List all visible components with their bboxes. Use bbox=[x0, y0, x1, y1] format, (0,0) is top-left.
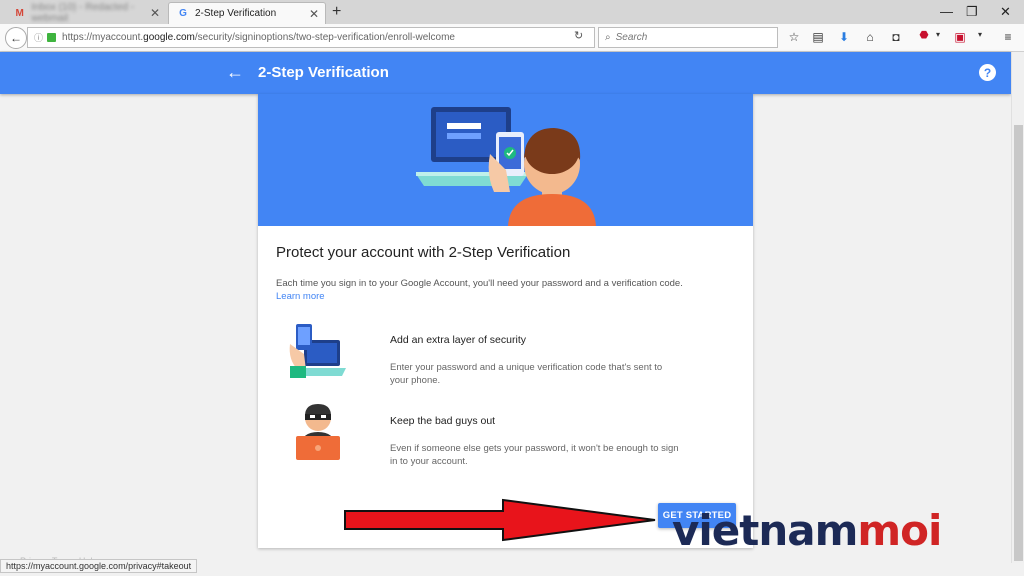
feature-description-bad-guys: Even if someone else gets your password,… bbox=[390, 443, 679, 467]
tab-inbox[interactable]: M Inbox (10) - Redacted - webmail ✕ bbox=[6, 2, 166, 24]
home-icon[interactable]: ⌂ bbox=[862, 30, 878, 44]
chevron-down-icon[interactable]: ▾ bbox=[972, 30, 988, 39]
chevron-down-icon[interactable]: ▾ bbox=[930, 30, 946, 39]
download-icon[interactable]: ⬇ bbox=[836, 30, 852, 44]
reload-icon[interactable]: ↻ bbox=[574, 29, 583, 42]
back-button[interactable]: ← bbox=[5, 27, 27, 49]
scrollbar-thumb[interactable] bbox=[1014, 125, 1023, 561]
info-icon[interactable]: ⓘ bbox=[34, 31, 43, 44]
learn-more-link[interactable]: Learn more bbox=[276, 291, 325, 302]
watermark-logo: vietnammoi bbox=[672, 506, 942, 555]
back-arrow-icon: ← bbox=[10, 31, 22, 45]
close-window-icon[interactable]: ✕ bbox=[1000, 4, 1011, 20]
card-title: Protect your account with 2-Step Verific… bbox=[276, 244, 571, 261]
status-link-bar: https://myaccount.google.com/privacy#tak… bbox=[0, 559, 198, 573]
feature-title-bad-guys: Keep the bad guys out bbox=[390, 415, 496, 427]
feature-title-security: Add an extra layer of security bbox=[390, 334, 526, 346]
bookmark-star-icon[interactable]: ☆ bbox=[786, 30, 802, 44]
phone-laptop-icon bbox=[289, 324, 346, 378]
help-icon[interactable]: ? bbox=[979, 64, 996, 81]
laptop-phone-person-illustration bbox=[416, 107, 596, 226]
enroll-card: Protect your account with 2-Step Verific… bbox=[258, 94, 753, 548]
search-icon: ⌕ bbox=[605, 32, 611, 43]
reading-list-icon[interactable]: ▤ bbox=[810, 30, 826, 44]
gmail-icon: M bbox=[15, 7, 24, 19]
tab-2-step-verification[interactable]: G 2-Step Verification ✕ bbox=[168, 2, 326, 24]
minimize-icon[interactable]: — bbox=[940, 4, 953, 19]
feature-description-security: Enter your password and a unique verific… bbox=[390, 362, 663, 386]
lock-icon bbox=[47, 33, 57, 42]
pocket-icon[interactable]: ◘ bbox=[888, 30, 904, 44]
tab-strip: M Inbox (10) - Redacted - webmail ✕ G 2-… bbox=[0, 0, 1024, 24]
red-arrow-annotation bbox=[344, 498, 656, 542]
scrollbar[interactable] bbox=[1011, 52, 1024, 563]
card-description: Each time you sign in to your Google Acc… bbox=[276, 278, 683, 289]
search-input[interactable]: ⌕ Search bbox=[598, 27, 778, 48]
restore-icon[interactable]: ❐ bbox=[966, 4, 978, 20]
close-tab-icon[interactable]: ✕ bbox=[309, 7, 319, 21]
tab-label: Inbox (10) - Redacted - webmail bbox=[31, 2, 135, 24]
tab-label: 2-Step Verification bbox=[195, 8, 277, 19]
google-g-icon: G bbox=[179, 8, 187, 19]
menu-icon[interactable]: ≡ bbox=[1000, 30, 1016, 44]
back-arrow-icon[interactable]: ← bbox=[226, 62, 244, 83]
close-tab-icon[interactable]: ✕ bbox=[150, 6, 160, 20]
hero-illustration bbox=[258, 94, 753, 226]
app-header: ← 2-Step Verification ? bbox=[0, 52, 1011, 94]
page-title: 2-Step Verification bbox=[258, 64, 389, 81]
address-bar[interactable]: ⓘ https://myaccount.google.com/security/… bbox=[27, 27, 595, 48]
search-placeholder: Search bbox=[615, 32, 648, 43]
extension-icon[interactable]: ▣ bbox=[952, 30, 968, 44]
url-text: https://myaccount.google.com/security/si… bbox=[62, 32, 455, 43]
new-tab-icon[interactable]: + bbox=[332, 3, 341, 21]
burglar-laptop-icon bbox=[296, 404, 340, 460]
